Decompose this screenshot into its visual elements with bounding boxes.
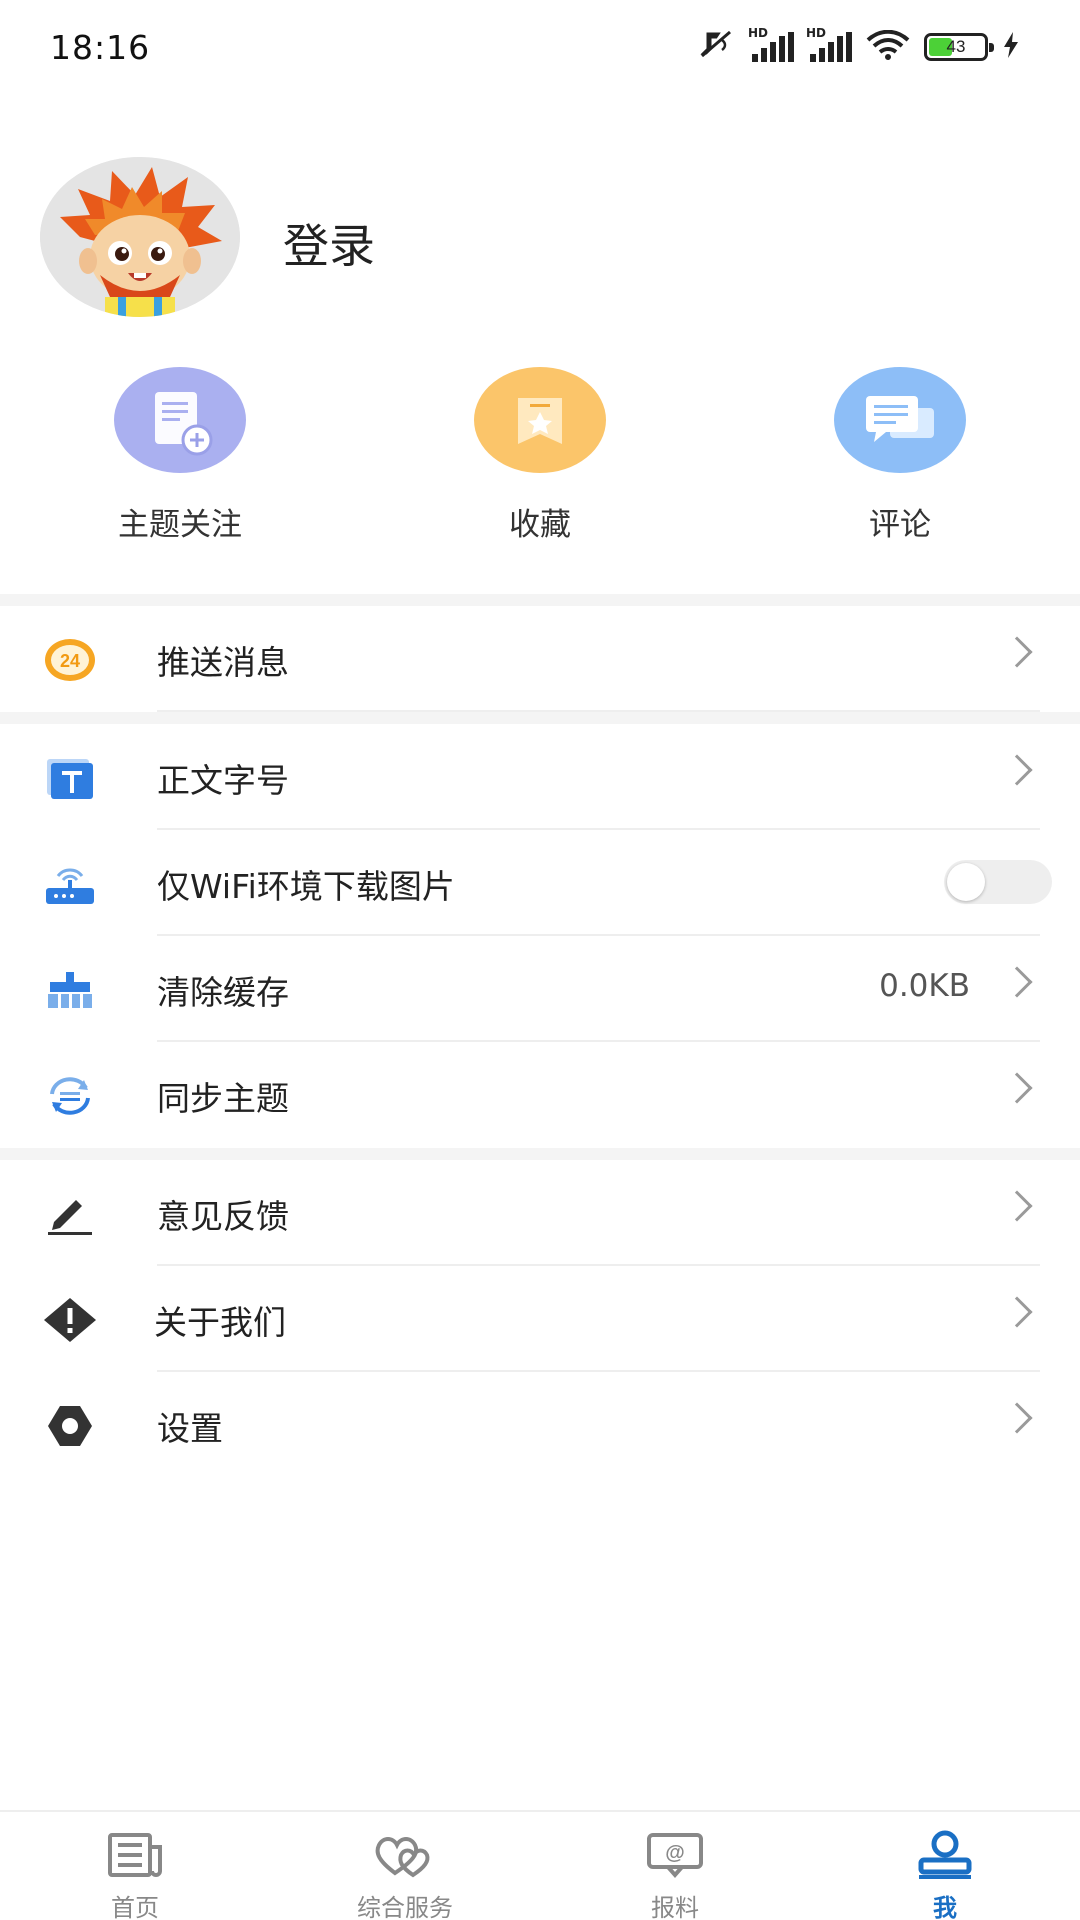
section-divider <box>0 594 1080 606</box>
chevron-right-icon <box>1001 1072 1033 1104</box>
comments-label: 评论 <box>869 507 931 543</box>
clear-cache-label: 清除缓存 <box>157 973 289 1012</box>
battery-icon: 43 <box>924 33 994 61</box>
avatar[interactable] <box>40 157 240 317</box>
chevron-right-icon <box>1001 966 1033 998</box>
feedback-label: 意见反馈 <box>157 1197 289 1236</box>
comments-button[interactable]: 评论 <box>800 367 1000 544</box>
toggle-knob <box>947 863 985 901</box>
tab-home-label: 首页 <box>111 1894 159 1920</box>
settings-label: 设置 <box>157 1409 223 1448</box>
tab-home[interactable]: 首页 <box>45 1828 225 1920</box>
edit-icon <box>44 1192 96 1236</box>
tab-me-label: 我 <box>933 1894 957 1920</box>
mute-icon <box>696 30 736 64</box>
charging-icon <box>1002 31 1020 63</box>
wifi-images-item: 仅WiFi环境下载图片 <box>0 830 1080 936</box>
settings-item[interactable]: 设置 <box>0 1372 1080 1478</box>
section-divider <box>0 1148 1080 1160</box>
font-size-item[interactable]: 正文字号 <box>0 724 1080 830</box>
tab-services-label: 综合服务 <box>357 1894 453 1920</box>
login-button[interactable]: 登录 <box>283 210 375 276</box>
text-icon <box>44 756 96 800</box>
sync-topics-label: 同步主题 <box>157 1079 289 1118</box>
push-messages-label: 推送消息 <box>157 643 289 682</box>
svg-text:24: 24 <box>60 651 80 671</box>
at-message-icon: @ <box>585 1828 765 1882</box>
push-messages-item[interactable]: 24 推送消息 <box>0 606 1080 712</box>
chevron-right-icon <box>1001 1190 1033 1222</box>
sync-topics-item[interactable]: 同步主题 <box>0 1042 1080 1148</box>
wifi-images-label: 仅WiFi环境下载图片 <box>157 867 455 906</box>
broom-icon <box>44 968 96 1012</box>
document-add-icon <box>114 367 246 473</box>
tab-report-label: 报料 <box>651 1894 699 1920</box>
favorites-button[interactable]: 收藏 <box>440 367 640 544</box>
router-icon <box>44 862 96 906</box>
svg-text:@: @ <box>665 1842 685 1864</box>
chevron-right-icon <box>1001 1402 1033 1434</box>
font-size-label: 正文字号 <box>157 761 289 800</box>
user-icon <box>855 1828 1035 1882</box>
tab-services[interactable]: 综合服务 <box>315 1828 495 1920</box>
topic-follow-button[interactable]: 主题关注 <box>80 367 280 544</box>
tab-me[interactable]: 我 <box>855 1828 1035 1920</box>
wifi-images-toggle[interactable] <box>944 860 1052 904</box>
comment-icon <box>834 367 966 473</box>
status-bar: 18:16 HD HD 43 <box>0 0 1080 100</box>
24h-icon: 24 <box>44 638 96 682</box>
status-time: 18:16 <box>50 28 151 67</box>
info-diamond-icon <box>44 1298 96 1342</box>
hearts-icon <box>315 1828 495 1882</box>
section-divider <box>0 712 1080 724</box>
chevron-right-icon <box>1001 1296 1033 1328</box>
news-icon <box>45 1828 225 1882</box>
topic-follow-label: 主题关注 <box>118 507 242 543</box>
about-us-label: 关于我们 <box>154 1303 286 1342</box>
favorites-label: 收藏 <box>509 507 571 543</box>
about-us-item[interactable]: 关于我们 <box>0 1266 1080 1372</box>
cache-size-value: 0.0KB <box>879 968 970 1004</box>
signal-icon: HD <box>748 26 794 62</box>
feedback-item[interactable]: 意见反馈 <box>0 1160 1080 1266</box>
chevron-right-icon <box>1001 754 1033 786</box>
chevron-right-icon <box>1001 636 1033 668</box>
bottom-nav: 首页 综合服务 @ 报料 我 <box>0 1810 1080 1920</box>
status-icons: HD HD 43 <box>696 26 1020 64</box>
bookmark-icon <box>474 367 606 473</box>
wifi-icon <box>866 29 910 64</box>
clear-cache-item[interactable]: 清除缓存 0.0KB <box>0 936 1080 1042</box>
signal-icon: HD <box>806 26 852 62</box>
gear-icon <box>44 1404 96 1448</box>
tab-report[interactable]: @ 报料 <box>585 1828 765 1920</box>
sync-icon <box>44 1074 96 1118</box>
